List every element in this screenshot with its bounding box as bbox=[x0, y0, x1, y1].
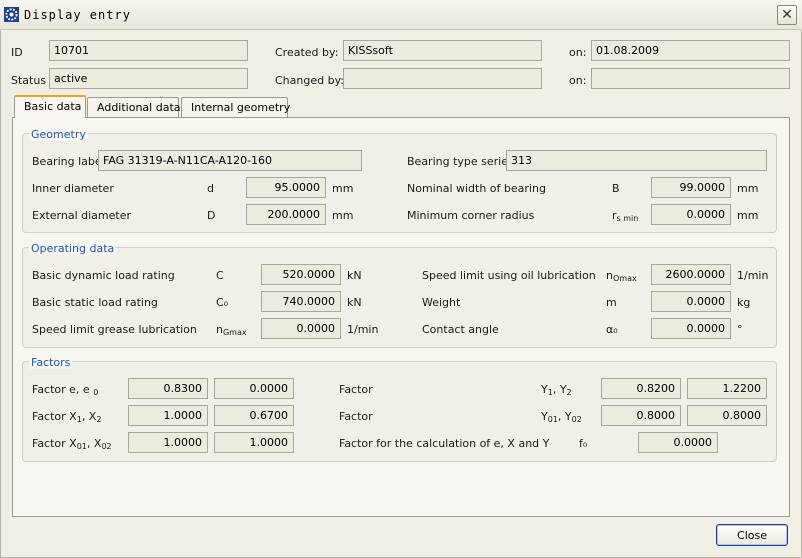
min-corner-radius-field[interactable]: 0.0000 bbox=[651, 204, 731, 225]
contact-angle-unit: ° bbox=[737, 323, 743, 336]
oil-speed-field[interactable]: 2600.0000 bbox=[651, 264, 731, 285]
min-corner-radius-unit: mm bbox=[737, 209, 759, 222]
created-by-field[interactable]: KISSsoft bbox=[343, 40, 542, 61]
window-close-button[interactable]: ✕ bbox=[777, 5, 797, 25]
bearing-type-series-field[interactable]: 313 bbox=[506, 150, 767, 171]
factor-y0-symbol: Y01, Y02 bbox=[541, 410, 582, 424]
changed-on-label: on: bbox=[569, 74, 587, 87]
nominal-width-unit: mm bbox=[737, 182, 759, 195]
bearing-type-series-label: Bearing type series bbox=[407, 155, 514, 168]
inner-diameter-field[interactable]: 95.0000 bbox=[246, 177, 326, 198]
close-button[interactable]: Close bbox=[716, 524, 788, 546]
oil-speed-unit: 1/min bbox=[737, 269, 769, 282]
factors-title: Factors bbox=[29, 356, 73, 369]
tab-internal-geometry[interactable]: Internal geometry bbox=[181, 97, 290, 117]
nominal-width-label: Nominal width of bearing bbox=[407, 182, 546, 195]
factor-y02-field[interactable]: 0.8000 bbox=[687, 405, 767, 426]
factor-e0-field[interactable]: 0.0000 bbox=[214, 378, 294, 399]
oil-speed-symbol: nOmax bbox=[606, 269, 637, 283]
created-by-label: Created by: bbox=[275, 46, 339, 59]
static-load-label: Basic static load rating bbox=[32, 296, 158, 309]
static-load-unit: kN bbox=[347, 296, 362, 309]
factor-y-label: Factor bbox=[339, 383, 373, 396]
factor-f0-field[interactable]: 0.0000 bbox=[638, 432, 718, 453]
factor-y1-field[interactable]: 0.8200 bbox=[601, 378, 681, 399]
id-field[interactable]: 10701 bbox=[49, 40, 248, 61]
grease-speed-unit: 1/min bbox=[347, 323, 379, 336]
inner-diameter-symbol: d bbox=[207, 182, 214, 195]
app-gear-icon bbox=[4, 7, 19, 22]
external-diameter-unit: mm bbox=[332, 209, 354, 222]
dynamic-load-label: Basic dynamic load rating bbox=[32, 269, 175, 282]
weight-field[interactable]: 0.0000 bbox=[651, 291, 731, 312]
nominal-width-symbol: B bbox=[612, 182, 620, 195]
id-label: ID bbox=[11, 46, 23, 59]
weight-symbol: m bbox=[606, 296, 617, 309]
factor-e-field[interactable]: 0.8300 bbox=[128, 378, 208, 399]
dynamic-load-field[interactable]: 520.0000 bbox=[261, 264, 341, 285]
factor-f0-label: Factor for the calculation of e, X and Y bbox=[339, 437, 550, 450]
status-label: Status bbox=[11, 74, 47, 87]
factor-x-label: Factor X1, X2 bbox=[32, 410, 102, 424]
factor-y0-label: Factor bbox=[339, 410, 373, 423]
geometry-title: Geometry bbox=[29, 128, 88, 141]
factor-e-label: Factor e, e 0 bbox=[32, 383, 99, 397]
external-diameter-field[interactable]: 200.0000 bbox=[246, 204, 326, 225]
static-load-symbol: C₀ bbox=[216, 296, 229, 309]
dynamic-load-unit: kN bbox=[347, 269, 362, 282]
weight-label: Weight bbox=[422, 296, 461, 309]
contact-angle-field[interactable]: 0.0000 bbox=[651, 318, 731, 339]
created-on-field[interactable]: 01.08.2009 bbox=[591, 40, 790, 61]
external-diameter-symbol: D bbox=[207, 209, 216, 222]
min-corner-radius-symbol: rs min bbox=[612, 209, 639, 223]
nominal-width-field[interactable]: 99.0000 bbox=[651, 177, 731, 198]
grease-speed-symbol: nGmax bbox=[216, 323, 247, 337]
changed-by-field[interactable] bbox=[343, 68, 542, 89]
external-diameter-label: External diameter bbox=[32, 209, 131, 222]
factor-y01-field[interactable]: 0.8000 bbox=[601, 405, 681, 426]
factor-y2-field[interactable]: 1.2200 bbox=[687, 378, 767, 399]
changed-on-field[interactable] bbox=[591, 68, 790, 89]
status-field[interactable]: active bbox=[49, 68, 248, 89]
factor-x01-field[interactable]: 1.0000 bbox=[128, 432, 208, 453]
static-load-field[interactable]: 740.0000 bbox=[261, 291, 341, 312]
inner-diameter-label: Inner diameter bbox=[32, 182, 114, 195]
inner-diameter-unit: mm bbox=[332, 182, 354, 195]
factor-f0-symbol: f₀ bbox=[579, 437, 588, 450]
oil-speed-label: Speed limit using oil lubrication bbox=[422, 269, 596, 282]
min-corner-radius-label: Minimum corner radius bbox=[407, 209, 535, 222]
factor-y-symbol: Y1, Y2 bbox=[541, 383, 572, 397]
tab-additional-data[interactable]: Additional data bbox=[87, 97, 181, 117]
factor-x2-field[interactable]: 0.6700 bbox=[214, 405, 294, 426]
close-button-label: Close bbox=[737, 528, 767, 542]
changed-by-label: Changed by: bbox=[275, 74, 344, 87]
bearing-label-field[interactable]: FAG 31319-A-N11CA-A120-160 bbox=[98, 150, 362, 171]
operating-data-title: Operating data bbox=[29, 242, 117, 255]
bearing-label-label: Bearing label bbox=[32, 155, 105, 168]
tab-basic-data[interactable]: Basic data bbox=[14, 95, 86, 118]
factor-x0-label: Factor X01, X02 bbox=[32, 437, 112, 451]
contact-angle-label: Contact angle bbox=[422, 323, 499, 336]
contact-angle-symbol: α₀ bbox=[606, 323, 618, 336]
weight-unit: kg bbox=[737, 296, 751, 309]
window-title: Display entry bbox=[24, 8, 131, 22]
grease-speed-label: Speed limit grease lubrication bbox=[32, 323, 197, 336]
grease-speed-field[interactable]: 0.0000 bbox=[261, 318, 341, 339]
dynamic-load-symbol: C bbox=[216, 269, 224, 282]
factor-x1-field[interactable]: 1.0000 bbox=[128, 405, 208, 426]
factor-x02-field[interactable]: 1.0000 bbox=[214, 432, 294, 453]
created-on-label: on: bbox=[569, 46, 587, 59]
close-icon: ✕ bbox=[781, 7, 793, 23]
